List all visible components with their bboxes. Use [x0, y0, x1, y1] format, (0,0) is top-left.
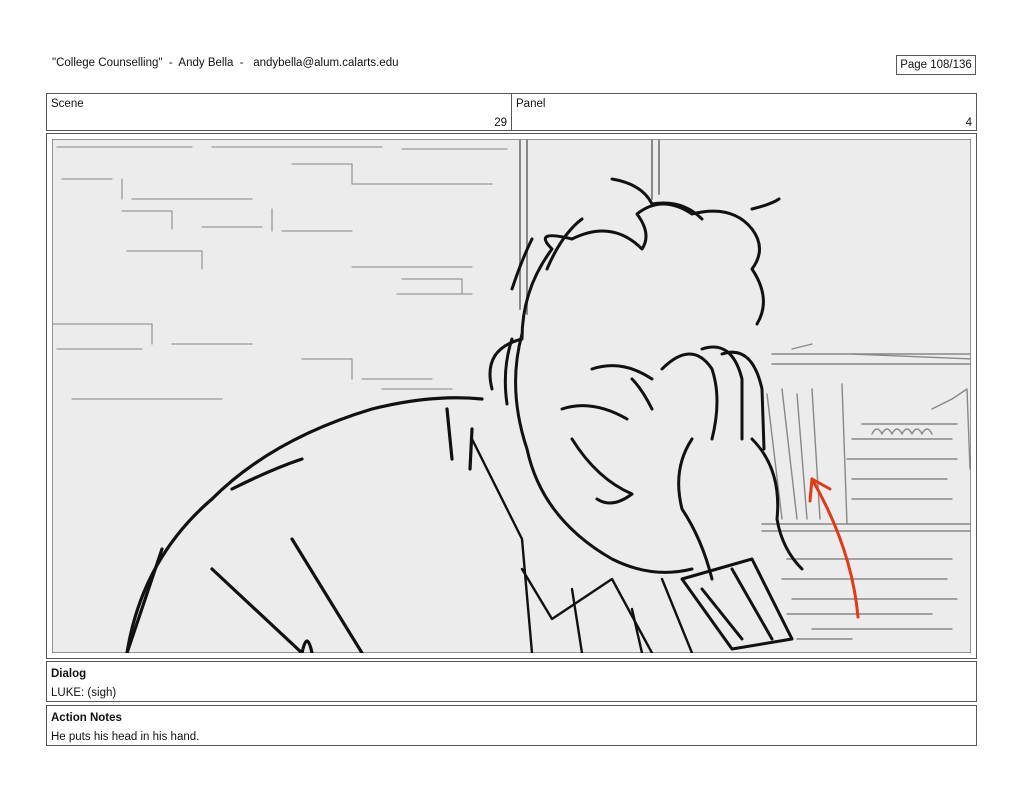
panel-label: Panel	[516, 98, 546, 110]
scene-number: 29	[494, 117, 507, 129]
scene-field: Scene 29	[46, 93, 512, 131]
action-notes-box: Action Notes He puts his head in his han…	[46, 705, 977, 746]
panel-number: 4	[965, 117, 972, 129]
scene-label: Scene	[51, 98, 84, 110]
page-number-box: Page 108/136	[896, 55, 976, 75]
dialog-label: Dialog	[51, 668, 87, 680]
storyboard-sketch	[52, 139, 971, 653]
page-number: Page 108/136	[900, 59, 972, 71]
panel-field: Panel 4	[511, 93, 977, 131]
action-notes-text: He puts his head in his hand.	[51, 731, 200, 743]
dialog-text: LUKE: (sigh)	[51, 687, 117, 699]
action-notes-label: Action Notes	[51, 712, 122, 724]
dialog-box: Dialog LUKE: (sigh)	[46, 661, 977, 702]
document-header-info: "College Counselling" - Andy Bella - and…	[52, 57, 399, 69]
